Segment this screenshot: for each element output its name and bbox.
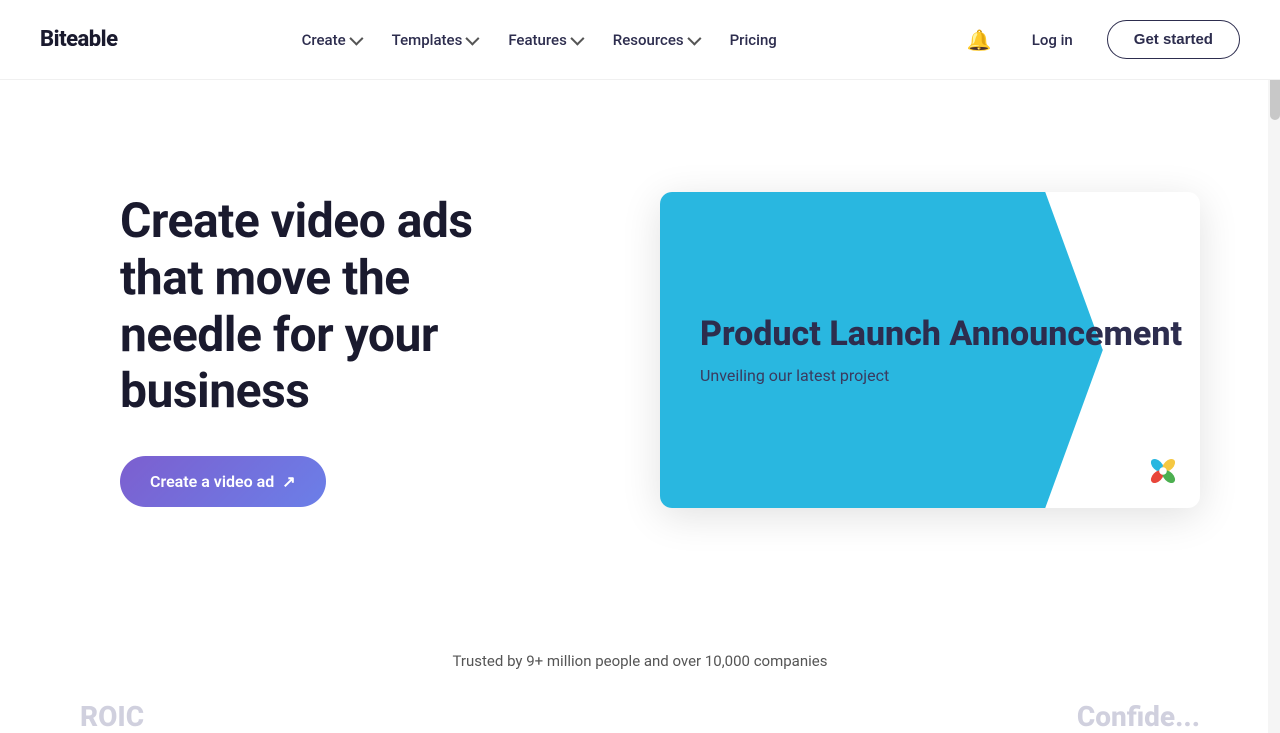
biteable-watermark	[1144, 452, 1182, 490]
chevron-down-icon	[687, 31, 701, 45]
nav-label-pricing: Pricing	[730, 31, 777, 49]
nav-right: 🔔 Log in Get started	[961, 20, 1240, 59]
bottom-logos-row: ROIC Confide...	[0, 690, 1280, 733]
chevron-down-icon	[349, 31, 363, 45]
biteable-flower-icon	[1144, 452, 1182, 490]
create-video-ad-button[interactable]: Create a video ad ↗	[120, 456, 326, 507]
logo[interactable]: Biteable	[40, 27, 118, 52]
video-card-content: Product Launch Announcement Unveiling ou…	[700, 315, 1182, 385]
hero-left: Create video ads that move the needle fo…	[120, 193, 560, 507]
video-card-subtitle: Unveiling our latest project	[700, 366, 1182, 385]
hero-title: Create video ads that move the needle fo…	[120, 193, 560, 420]
nav-label-resources: Resources	[613, 31, 684, 49]
hero-right: Product Launch Announcement Unveiling ou…	[660, 192, 1200, 508]
nav-item-features[interactable]: Features	[494, 23, 594, 57]
nav-label-features: Features	[508, 31, 566, 49]
bottom-logo-left: ROIC	[80, 700, 144, 733]
hero-section: Create video ads that move the needle fo…	[0, 80, 1280, 620]
get-started-button[interactable]: Get started	[1107, 20, 1240, 59]
nav-item-templates[interactable]: Templates	[378, 23, 491, 57]
main-nav: Biteable Create Templates Features Resou…	[0, 0, 1280, 80]
nav-item-pricing[interactable]: Pricing	[716, 23, 791, 57]
nav-label-create: Create	[302, 31, 346, 49]
nav-label-templates: Templates	[392, 31, 463, 49]
nav-item-create[interactable]: Create	[288, 23, 374, 57]
arrow-icon: ↗	[282, 472, 295, 491]
video-card-title: Product Launch Announcement	[700, 315, 1182, 354]
bottom-logo-right: Confide...	[1077, 700, 1200, 733]
login-link[interactable]: Log in	[1018, 23, 1087, 57]
video-card-inner: Product Launch Announcement Unveiling ou…	[660, 192, 1200, 508]
nav-links: Create Templates Features Resources	[288, 23, 791, 57]
notification-bell-icon[interactable]: 🔔	[961, 22, 998, 58]
chevron-down-icon	[570, 31, 584, 45]
trust-text: Trusted by 9+ million people and over 10…	[453, 652, 828, 670]
trust-bar: Trusted by 9+ million people and over 10…	[0, 620, 1280, 690]
nav-item-resources[interactable]: Resources	[599, 23, 712, 57]
cta-label: Create a video ad	[150, 472, 274, 491]
video-preview-card: Product Launch Announcement Unveiling ou…	[660, 192, 1200, 508]
chevron-down-icon	[466, 31, 480, 45]
scrollbar-track[interactable]	[1268, 0, 1280, 733]
